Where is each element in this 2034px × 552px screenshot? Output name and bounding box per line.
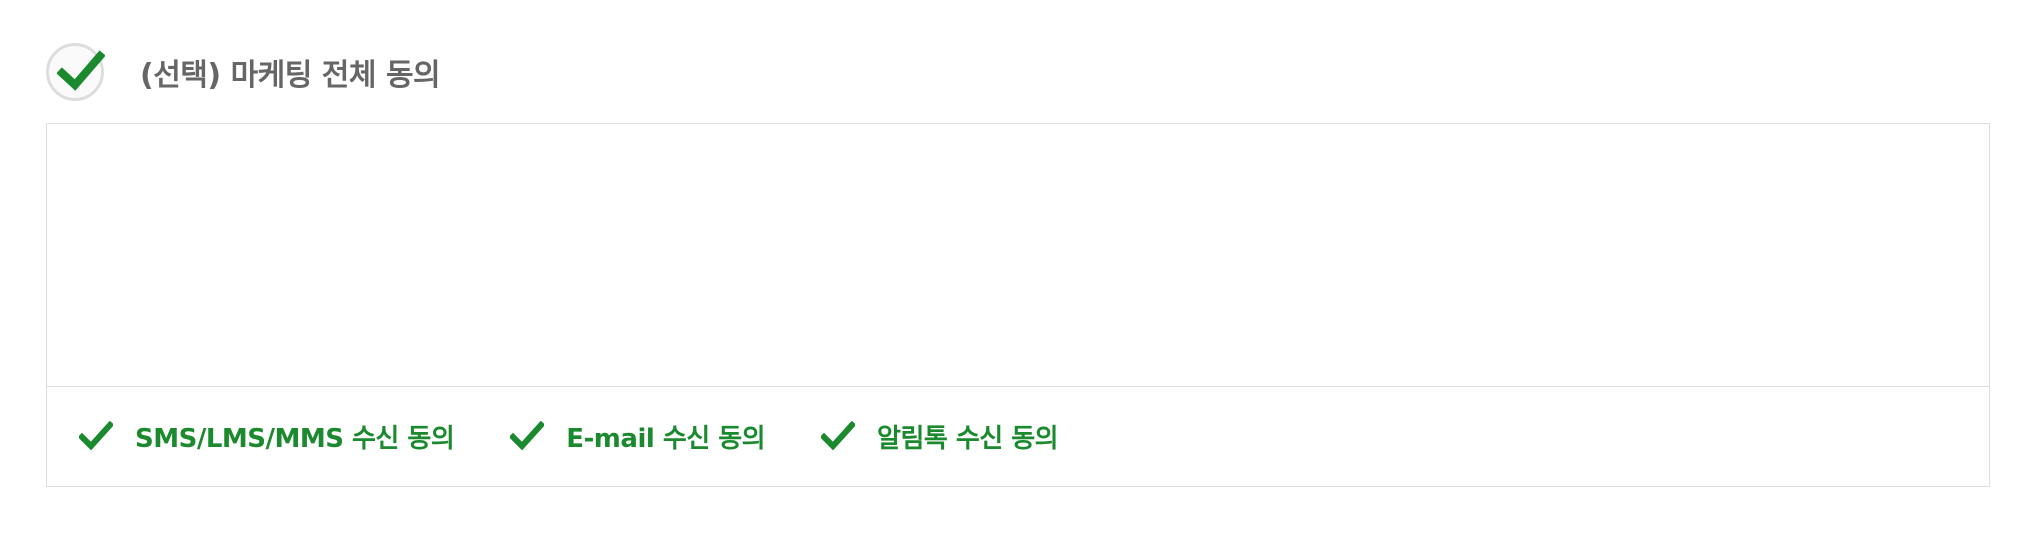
marketing-channel-options: SMS/LMS/MMS 수신 동의 E-mail 수신 동의 알림톡 수신 동의 [46,386,1990,487]
checkmark-icon [821,421,856,451]
checkmark-icon [510,421,545,451]
sms-consent-label[interactable]: SMS/LMS/MMS 수신 동의 [135,418,455,455]
marketing-consent-header: (선택) 마케팅 전체 동의 [46,38,441,106]
checkmark-icon [79,421,113,451]
marketing-terms-textbox[interactable] [46,123,1990,387]
sms-consent-checkbox[interactable]: SMS/LMS/MMS 수신 동의 [79,418,455,455]
email-consent-checkbox[interactable]: E-mail 수신 동의 [510,418,766,455]
alimtalk-consent-label[interactable]: 알림톡 수신 동의 [877,418,1059,455]
alimtalk-consent-checkbox[interactable]: 알림톡 수신 동의 [821,418,1059,455]
email-consent-label[interactable]: E-mail 수신 동의 [566,418,765,455]
agree-all-checkbox[interactable] [46,43,105,101]
checkmark-icon [57,50,105,91]
marketing-consent-title[interactable]: (선택) 마케팅 전체 동의 [140,50,441,94]
